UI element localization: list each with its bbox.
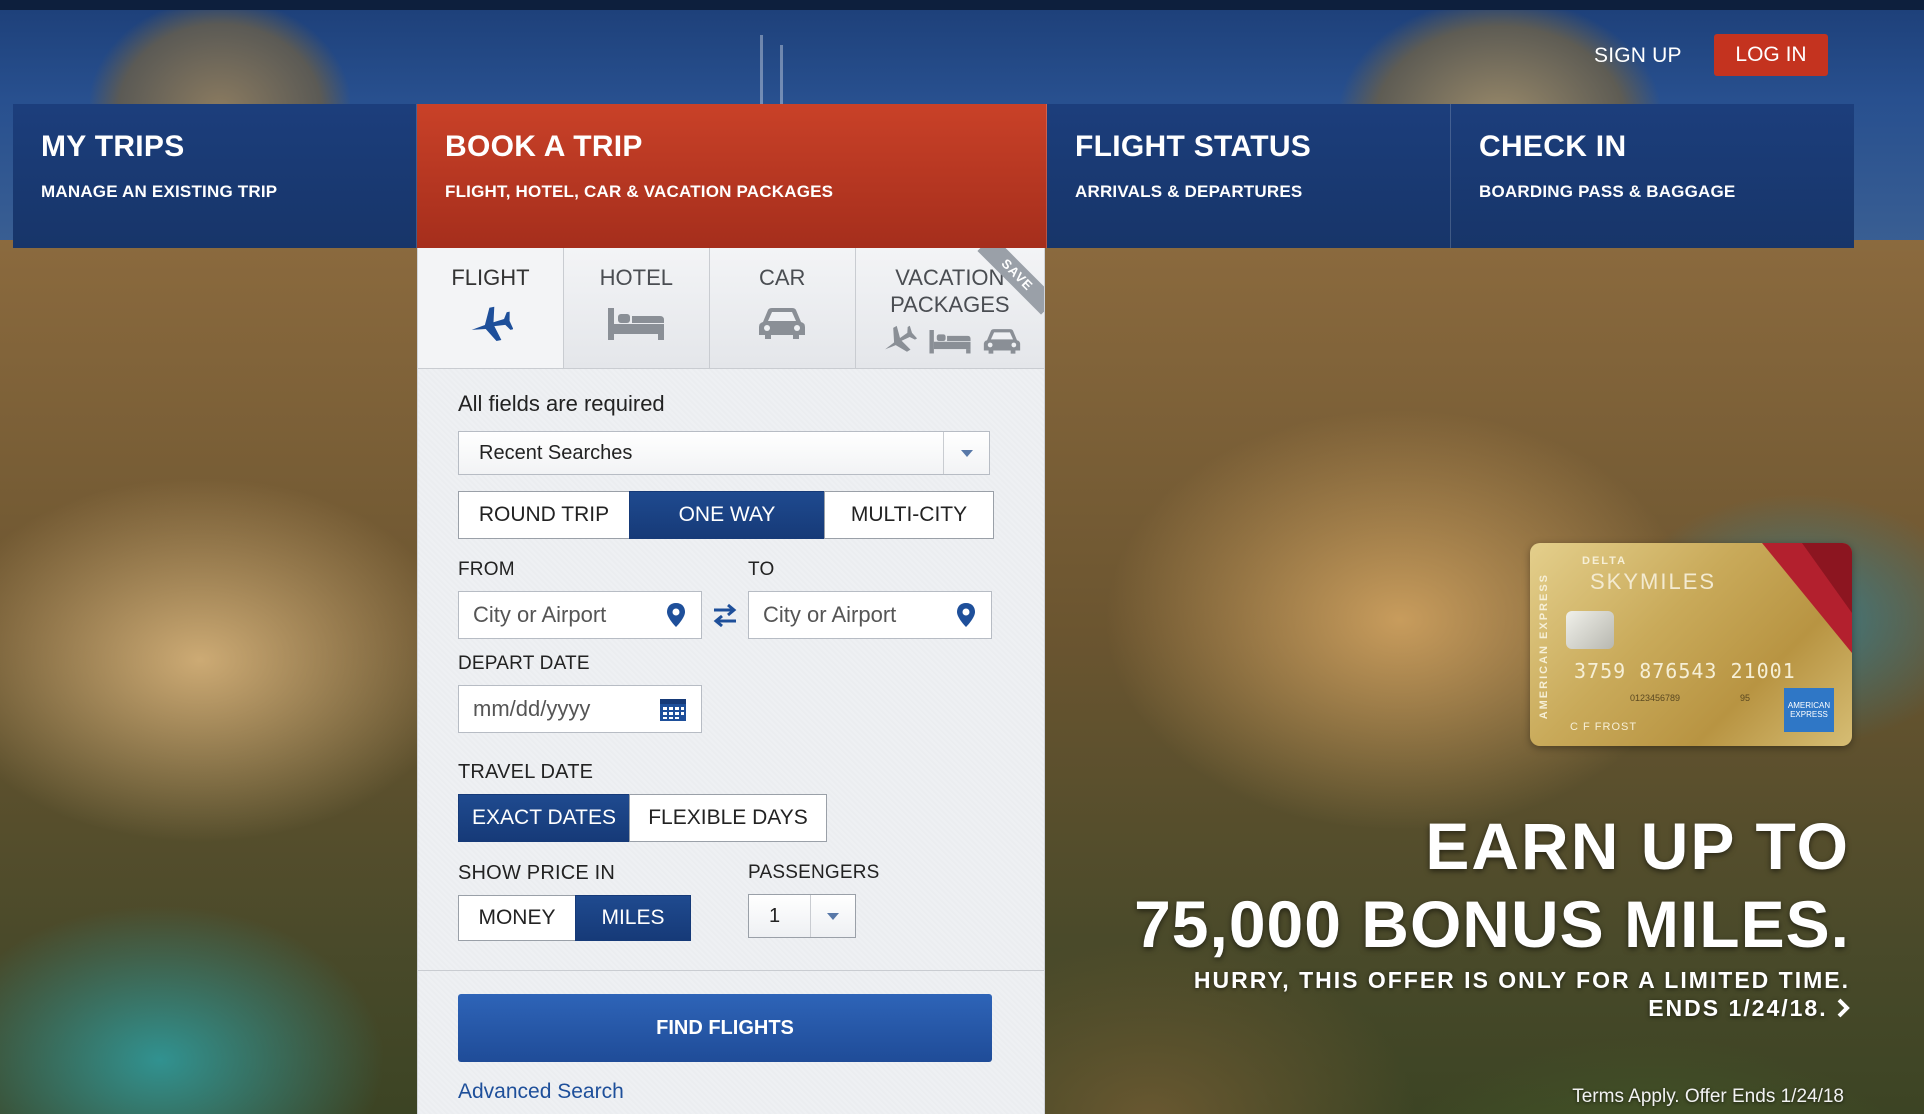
- tab-vacation-packages[interactable]: VACATION PACKAGES SAVE: [855, 248, 1044, 368]
- booking-tabs: FLIGHT HOTEL CAR VACATION PACKAGES SAVE: [418, 248, 1044, 369]
- nav-subtitle: MANAGE AN EXISTING TRIP: [41, 182, 278, 201]
- from-placeholder: City or Airport: [473, 602, 607, 627]
- card-delta-text: DELTA: [1582, 555, 1628, 567]
- tab-flight[interactable]: FLIGHT: [418, 248, 564, 368]
- price-money[interactable]: MONEY: [458, 895, 576, 941]
- from-label: FROM: [458, 559, 515, 580]
- card-number: 3759 876543 21001: [1574, 659, 1796, 683]
- main-nav: MY TRIPS MANAGE AN EXISTING TRIP BOOK A …: [13, 104, 1854, 262]
- price-miles[interactable]: MILES: [575, 895, 691, 941]
- amex-logo-icon: AMERICAN EXPRESS: [1784, 688, 1834, 732]
- card-account: 0123456789: [1630, 693, 1681, 703]
- promo-ends-text: ENDS 1/24/18.: [1648, 995, 1828, 1021]
- nav-title: BOOK A TRIP: [445, 130, 643, 163]
- calendar-icon: [660, 699, 686, 721]
- nav-flight-status[interactable]: FLIGHT STATUS ARRIVALS & DEPARTURES: [1047, 104, 1451, 248]
- to-placeholder: City or Airport: [763, 602, 897, 627]
- promo-headline-miles: 75,000 BONUS MILES.: [1134, 887, 1850, 961]
- airplane-icon: [884, 325, 917, 352]
- travel-date-exact[interactable]: EXACT DATES: [458, 794, 630, 842]
- depart-date-label: DEPART DATE: [458, 653, 590, 674]
- sign-up-link[interactable]: SIGN UP: [1594, 44, 1682, 68]
- tab-label: HOTEL: [599, 265, 674, 290]
- nav-subtitle: BOARDING PASS & BAGGAGE: [1479, 182, 1736, 201]
- card-brand-text: SKYMILES: [1590, 569, 1717, 594]
- map-pin-icon: [667, 603, 685, 627]
- background-sailboat-mast: [780, 45, 783, 105]
- car-icon: [983, 329, 1021, 354]
- card-chip: [1566, 611, 1614, 649]
- booking-panel: FLIGHT HOTEL CAR VACATION PACKAGES SAVE …: [417, 248, 1045, 1114]
- tab-label: VACATION: [895, 265, 1005, 290]
- airplane-icon: [472, 306, 514, 342]
- promo-subtext-line1: HURRY, THIS OFFER IS ONLY FOR A LIMITED …: [1193, 967, 1850, 993]
- promo-ends-link[interactable]: ENDS 1/24/18.: [1090, 994, 1850, 1022]
- bed-icon: [929, 330, 971, 354]
- nav-book-a-trip[interactable]: BOOK A TRIP FLIGHT, HOTEL, CAR & VACATIO…: [417, 104, 1047, 262]
- nav-subtitle: ARRIVALS & DEPARTURES: [1075, 182, 1303, 201]
- nav-title: CHECK IN: [1479, 130, 1627, 163]
- required-note: All fields are required: [458, 391, 665, 416]
- depart-date-placeholder: mm/dd/yyyy: [473, 696, 591, 721]
- log-in-button[interactable]: LOG IN: [1714, 34, 1828, 76]
- terms-text[interactable]: Terms Apply. Offer Ends 1/24/18: [1572, 1086, 1844, 1108]
- to-input[interactable]: City or Airport: [748, 591, 992, 639]
- find-flights-button[interactable]: FIND FLIGHTS: [458, 994, 992, 1062]
- delta-logo-icon: [1762, 543, 1852, 653]
- passengers-value: 1: [749, 895, 811, 937]
- tab-label: CAR: [759, 265, 806, 290]
- show-price-label: SHOW PRICE IN: [458, 862, 616, 884]
- tab-label: PACKAGES: [890, 292, 1010, 317]
- depart-date-input[interactable]: mm/dd/yyyy: [458, 685, 702, 733]
- passengers-label: PASSENGERS: [748, 862, 880, 883]
- to-label: TO: [748, 559, 775, 580]
- form-divider: [418, 970, 1044, 971]
- recent-searches-select[interactable]: Recent Searches: [458, 431, 990, 475]
- promo-subtext: HURRY, THIS OFFER IS ONLY FOR A LIMITED …: [1090, 966, 1850, 1022]
- travel-date-toggle: EXACT DATES FLEXIBLE DAYS: [458, 794, 1004, 842]
- swap-arrows-icon[interactable]: [702, 602, 748, 628]
- background-sailboat-mast: [760, 35, 763, 105]
- trip-type-round-trip[interactable]: ROUND TRIP: [458, 491, 630, 539]
- background-rock: [90, 0, 350, 110]
- passengers-select[interactable]: 1: [748, 894, 856, 938]
- trip-type-one-way[interactable]: ONE WAY: [629, 491, 825, 539]
- chevron-down-icon: [811, 912, 855, 920]
- chevron-down-icon: [943, 432, 989, 474]
- tab-label: FLIGHT: [451, 265, 530, 290]
- travel-date-label: TRAVEL DATE: [458, 761, 594, 783]
- trip-type-multi-city[interactable]: MULTI-CITY: [824, 491, 994, 539]
- advanced-search-link[interactable]: Advanced Search: [458, 1080, 624, 1104]
- card-owner: C F FROST: [1570, 721, 1638, 733]
- nav-my-trips[interactable]: MY TRIPS MANAGE AN EXISTING TRIP: [13, 104, 417, 248]
- flight-search-form: All fields are required Recent Searches …: [418, 391, 1044, 941]
- promo-headline: EARN UP TO: [1425, 809, 1850, 883]
- nav-title: MY TRIPS: [41, 130, 185, 163]
- trip-type-toggle: ROUND TRIP ONE WAY MULTI-CITY: [458, 491, 1004, 539]
- car-icon: [759, 308, 806, 339]
- tab-hotel[interactable]: HOTEL: [563, 248, 710, 368]
- bed-icon: [608, 308, 665, 340]
- chevron-right-icon: [1837, 998, 1850, 1018]
- card-expiry: 95: [1740, 693, 1751, 703]
- recent-searches-value: Recent Searches: [479, 441, 633, 464]
- tab-car[interactable]: CAR: [709, 248, 856, 368]
- nav-subtitle: FLIGHT, HOTEL, CAR & VACATION PACKAGES: [445, 182, 834, 201]
- nav-title: FLIGHT STATUS: [1075, 130, 1312, 163]
- map-pin-icon: [957, 603, 975, 627]
- top-strip: [0, 0, 1924, 10]
- travel-date-flexible[interactable]: FLEXIBLE DAYS: [629, 794, 827, 842]
- nav-check-in[interactable]: CHECK IN BOARDING PASS & BAGGAGE: [1451, 104, 1854, 248]
- card-issuer-text: AMERICAN EXPRESS: [1538, 573, 1550, 720]
- from-input[interactable]: City or Airport: [458, 591, 702, 639]
- show-price-toggle: MONEY MILES: [458, 895, 748, 941]
- delta-skymiles-card-image[interactable]: AMERICAN EXPRESS DELTA SKYMILES 3759 876…: [1530, 543, 1852, 746]
